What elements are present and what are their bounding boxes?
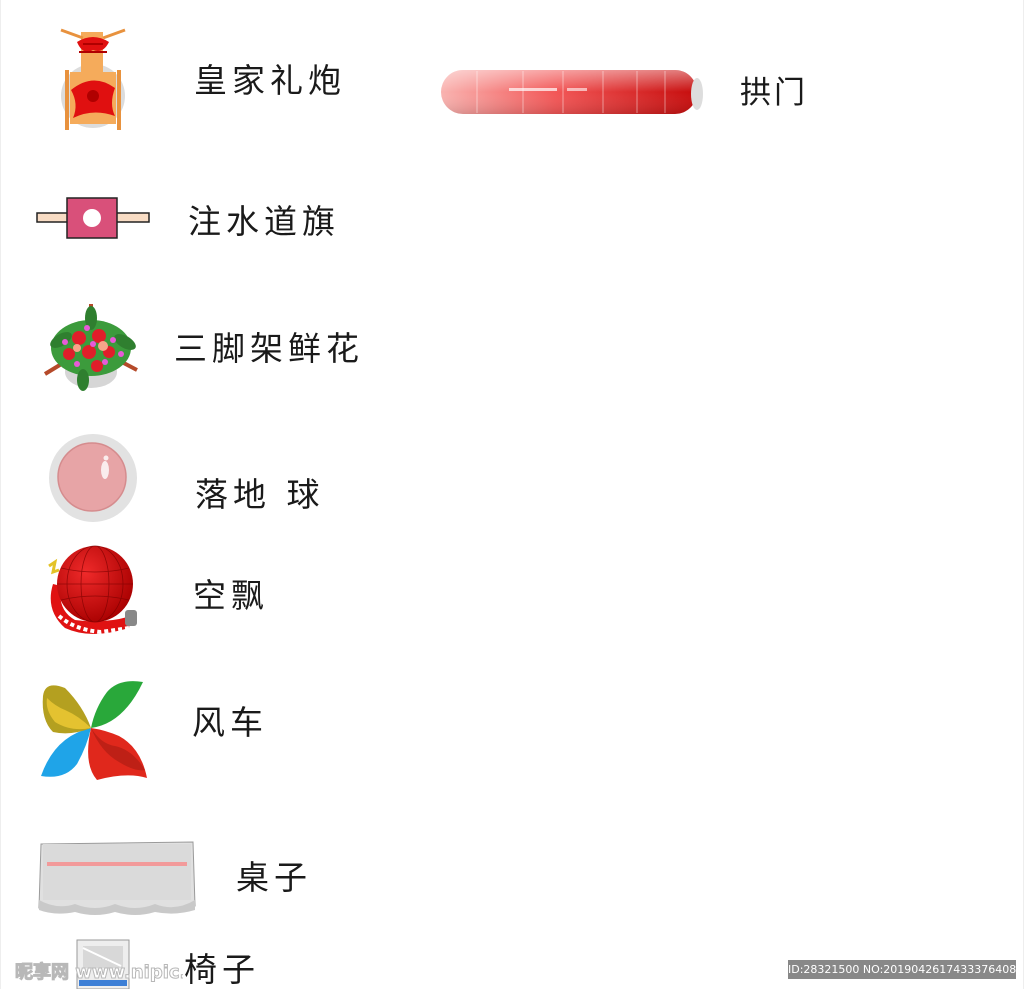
label-table: 桌子 [236,858,312,897]
legend-canvas: 皇家礼炮 拱门 注水道旗 三脚架鲜花 落地 球 空飘 风车 桌子 椅子 昵享网 … [0,0,1024,989]
label-tripod-flowers: 三脚架鲜花 [174,329,364,368]
tripod-flower-basket-icon [43,304,138,391]
label-sky-balloon: 空飘 [193,576,269,615]
table-icon [38,841,196,915]
pinwheel-icon [41,681,147,780]
watermark-id: ID:28321500 NO:20190426174333764081 [788,960,1016,979]
label-water-flag: 注水道旗 [188,202,340,241]
water-filled-flag-base-icon [36,197,150,239]
label-floor-ball: 落地 球 [195,475,325,514]
sky-balloon-icon [48,545,137,635]
label-chair: 椅子 [184,950,260,989]
label-royal-cannon: 皇家礼炮 [194,61,346,100]
svg-text:昵享网 www.nipic.com: 昵享网 www.nipic.com [15,961,183,983]
watermark-logo: 昵享网 www.nipic.com [13,958,229,984]
label-arch: 拱门 [740,75,808,111]
inflatable-arch-icon [441,70,703,114]
label-windmill: 风车 [192,703,268,742]
floor-balloon-icon [49,434,137,522]
royal-cannon-icon [60,28,126,130]
